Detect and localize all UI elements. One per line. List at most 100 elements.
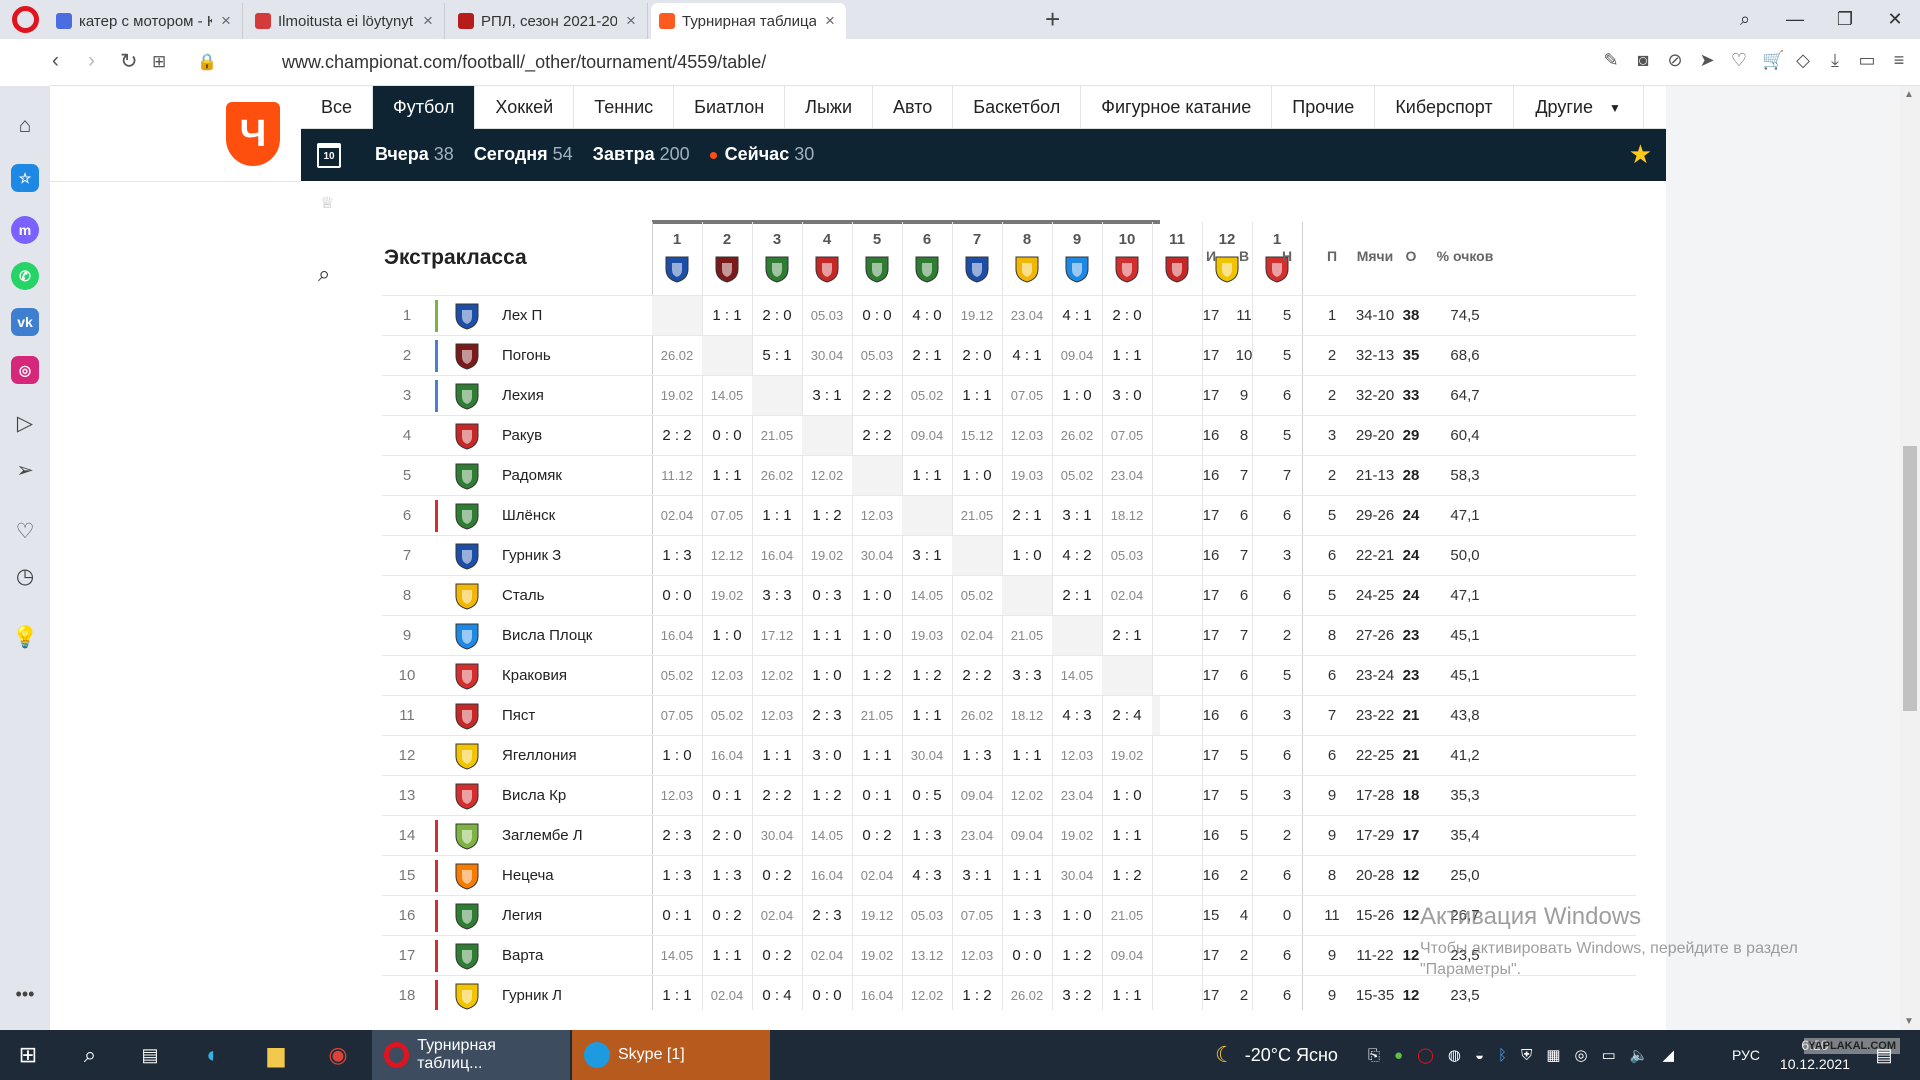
result-cell[interactable]: 0 : 1 — [702, 776, 752, 816]
result-cell[interactable]: 30.04 — [852, 536, 902, 576]
result-cell[interactable]: 2 : 1 — [1002, 496, 1052, 536]
minimize-icon[interactable]: — — [1770, 9, 1820, 30]
result-cell[interactable]: 12.03 — [702, 656, 752, 696]
result-cell[interactable]: 02.04 — [952, 616, 1002, 656]
table-row[interactable]: 8 Сталь 0 : 0 19.02 3 : 30 : 31 : 0 14.05 05.0… — [382, 575, 1636, 616]
result-cell[interactable]: 09.04 — [1102, 936, 1152, 976]
team-name[interactable]: Гурник Л — [502, 976, 562, 1010]
weather-widget[interactable]: ☾ -20°C Ясно — [1215, 1030, 1338, 1080]
result-cell[interactable]: 1 : 1 — [1102, 976, 1152, 1010]
language-indicator[interactable]: РУС — [1732, 1030, 1760, 1080]
result-cell[interactable]: 1 : 0 — [1152, 296, 1160, 336]
result-cell[interactable]: 09.04 — [1002, 816, 1052, 856]
result-cell[interactable]: 18.12 — [1002, 696, 1052, 736]
tab-close-icon[interactable]: × — [623, 11, 639, 31]
result-cell[interactable]: 09.04 — [952, 776, 1002, 816]
result-cell[interactable]: 3 : 0 — [802, 736, 852, 776]
new-tab-button[interactable]: + — [1045, 4, 1060, 35]
result-cell[interactable]: 4 : 0 — [902, 296, 952, 336]
result-cell[interactable]: 1 : 3 — [1002, 896, 1052, 936]
opera-menu-icon[interactable] — [12, 6, 39, 33]
team-name[interactable]: Висла Кр — [502, 776, 566, 816]
result-cell[interactable]: 1 : 1 — [652, 976, 702, 1010]
result-cell[interactable]: 12.03 — [852, 496, 902, 536]
team-crest-icon[interactable] — [864, 255, 890, 288]
result-cell[interactable]: 1 : 1 — [852, 736, 902, 776]
result-cell[interactable]: 1 : 0 — [702, 616, 752, 656]
result-cell[interactable]: 05.03 — [902, 896, 952, 936]
category-other[interactable]: Прочие — [1272, 86, 1376, 129]
result-cell[interactable]: 14.05 — [1152, 856, 1160, 896]
tab-close-icon[interactable]: × — [822, 11, 838, 31]
result-cell[interactable]: 14.05 — [902, 576, 952, 616]
more-icon[interactable]: ••• — [12, 984, 38, 1005]
result-cell[interactable]: 12.03 — [752, 696, 802, 736]
team-name[interactable]: Легия — [502, 896, 542, 936]
adblock-icon[interactable]: ⊘ — [1666, 50, 1684, 71]
result-cell[interactable]: 21.05 — [1102, 896, 1152, 936]
result-cell[interactable]: 5 : 1 — [752, 336, 802, 376]
result-cell[interactable]: 1 : 1 — [702, 936, 752, 976]
page-scrollbar[interactable]: ▲ ▼ — [1900, 86, 1920, 1030]
result-cell[interactable]: 0 : 2 — [702, 896, 752, 936]
result-cell[interactable]: 19.12 — [852, 896, 902, 936]
stat-header[interactable]: Н — [1267, 248, 1307, 264]
taskbar-opera-app[interactable]: Турнирная таблиц... — [372, 1030, 570, 1080]
result-cell[interactable]: 1 : 1 — [1002, 856, 1052, 896]
date-live[interactable]: Сейчас 30 — [709, 144, 814, 165]
result-cell[interactable]: 30.04 — [1052, 856, 1102, 896]
scrollbar-thumb[interactable] — [1903, 446, 1917, 711]
result-cell[interactable]: 0 : 2 — [752, 856, 802, 896]
result-cell[interactable]: 3 : 0 — [1102, 376, 1152, 416]
tray-icon[interactable]: ◒ — [1475, 1047, 1484, 1064]
category-tennis[interactable]: Теннис — [574, 86, 675, 129]
history-icon[interactable]: ◷ — [12, 564, 38, 589]
result-cell[interactable]: 19.12 — [952, 296, 1002, 336]
camera-icon[interactable]: ◙ — [1634, 50, 1652, 71]
table-row[interactable]: 7 Гурник З1 : 3 12.12 16.04 19.02 30.04 3 : 11… — [382, 535, 1636, 576]
category-esports[interactable]: Киберспорт — [1375, 86, 1514, 129]
browser-tab-active[interactable]: Турнирная таблица - Чемп × — [651, 3, 846, 39]
result-cell[interactable]: 2 : 0 — [1102, 296, 1152, 336]
result-cell[interactable] — [952, 536, 1002, 576]
team-crest-icon[interactable] — [714, 255, 740, 288]
cart-icon[interactable]: 🛒 — [1762, 50, 1784, 71]
back-icon[interactable]: ‹ — [52, 49, 59, 73]
result-cell[interactable]: 0 : 5 — [902, 776, 952, 816]
date-today[interactable]: Сегодня 54 — [474, 144, 573, 165]
result-cell[interactable]: 11.12 — [652, 456, 702, 496]
table-row[interactable]: 12 Ягеллония 1 : 0 16.04 1 : 13 : 01 : 1 30.0… — [382, 735, 1636, 775]
result-cell[interactable]: 1 : 1 — [1152, 976, 1160, 1010]
result-cell[interactable]: 05.03 — [1152, 816, 1160, 856]
url-input[interactable]: www.championat.com/football/_other/tourn… — [282, 52, 766, 73]
team-name[interactable]: Пяст — [502, 696, 535, 736]
team-crest-icon[interactable] — [964, 255, 990, 288]
stat-header[interactable]: В — [1224, 248, 1264, 264]
result-cell[interactable]: 0 : 1 — [652, 896, 702, 936]
bookmarks-icon[interactable]: ☆ — [11, 164, 39, 192]
result-cell[interactable]: 2 : 3 — [652, 816, 702, 856]
result-cell[interactable]: 1 : 1 — [1102, 336, 1152, 376]
flow-icon[interactable]: ➢ — [12, 458, 38, 483]
result-cell[interactable]: 19.02 — [852, 936, 902, 976]
team-name[interactable]: Варта — [502, 936, 543, 976]
result-cell[interactable]: 1 : 0 — [952, 456, 1002, 496]
team-name[interactable]: Погонь — [502, 336, 551, 376]
team-name[interactable]: Ягеллония — [502, 736, 577, 776]
scroll-up-icon[interactable]: ▲ — [1904, 89, 1914, 100]
result-cell[interactable]: 21.05 — [1002, 616, 1052, 656]
team-crest-icon[interactable] — [1114, 255, 1140, 288]
result-cell[interactable]: 05.02 — [1052, 456, 1102, 496]
result-cell[interactable]: 2 : 1 — [1052, 576, 1102, 616]
result-cell[interactable]: 26.02 — [752, 456, 802, 496]
result-cell[interactable] — [1152, 696, 1160, 736]
result-cell[interactable]: 1 : 1 — [702, 456, 752, 496]
result-cell[interactable]: 4 : 1 — [1052, 296, 1102, 336]
result-cell[interactable]: 1 : 2 — [802, 496, 852, 536]
result-cell[interactable]: 1 : 0 — [1152, 376, 1160, 416]
result-cell[interactable]: 21.05 — [752, 416, 802, 456]
result-cell[interactable]: 07.05 — [952, 896, 1002, 936]
result-cell[interactable]: 07.05 — [1102, 416, 1152, 456]
result-cell[interactable]: 05.02 — [652, 656, 702, 696]
result-cell[interactable]: 3 : 2 — [1052, 976, 1102, 1010]
